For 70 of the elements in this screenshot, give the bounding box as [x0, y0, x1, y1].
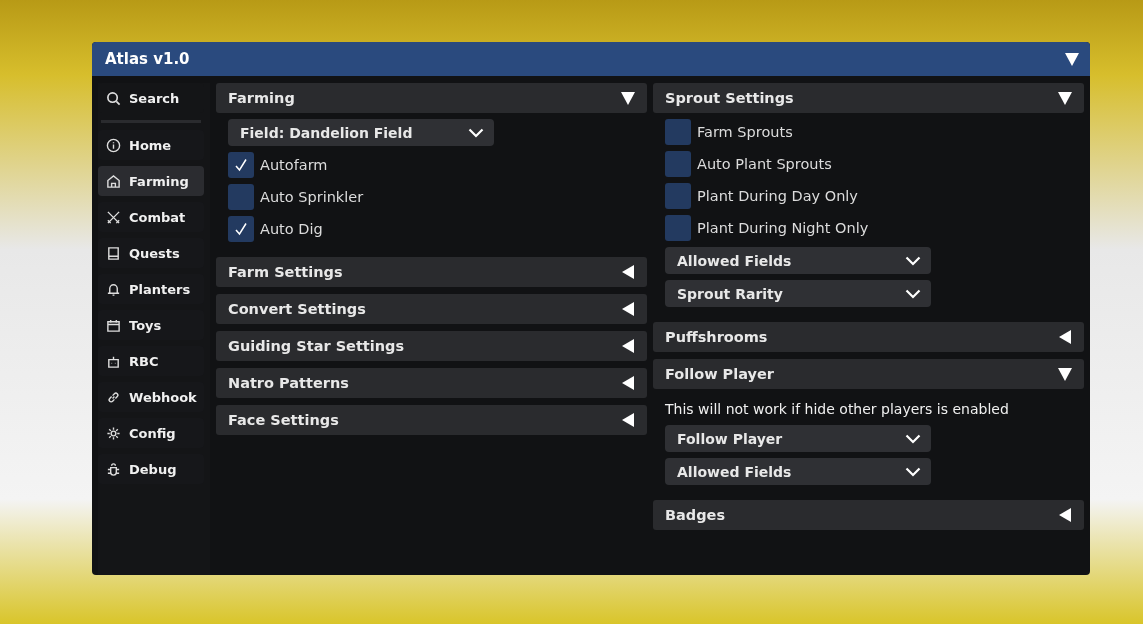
- note-text: This will not work if hide other players is enabled: [665, 400, 1010, 419]
- section-header[interactable]: Farm Settings: [216, 257, 647, 287]
- section-title: Puffshrooms: [665, 329, 768, 345]
- dropdown[interactable]: Sprout Rarity: [665, 280, 931, 307]
- section-title: Farming: [228, 90, 295, 106]
- checkbox-label: Farm Sprouts: [697, 124, 793, 140]
- chevron-down-icon: [905, 466, 921, 477]
- calendar-icon: [106, 317, 121, 333]
- sidebar-item[interactable]: Farming: [98, 166, 204, 196]
- chevron-down-icon: [468, 127, 484, 138]
- section-title: Sprout Settings: [665, 90, 794, 106]
- section-header[interactable]: Follow Player: [653, 359, 1084, 389]
- left-triangle-icon[interactable]: [620, 375, 636, 391]
- checkbox-label: Auto Dig: [260, 221, 323, 237]
- search-icon: [106, 90, 121, 106]
- down-triangle-icon[interactable]: [1057, 90, 1073, 106]
- book-icon: [106, 245, 121, 261]
- section-header[interactable]: Farming: [216, 83, 647, 113]
- checkbox-label: Autofarm: [260, 157, 328, 173]
- checkbox-label: Auto Plant Sprouts: [697, 156, 832, 172]
- checkbox[interactable]: [665, 215, 691, 241]
- left-triangle-icon[interactable]: [1057, 329, 1073, 345]
- checkbox[interactable]: [228, 216, 254, 242]
- section-title: Face Settings: [228, 412, 339, 428]
- chevron-down-icon: [905, 433, 921, 444]
- dropdown[interactable]: Follow Player: [665, 425, 931, 452]
- checkbox[interactable]: [228, 152, 254, 178]
- section-header[interactable]: Sprout Settings: [653, 83, 1084, 113]
- left-triangle-icon[interactable]: [620, 412, 636, 428]
- section-header[interactable]: Natro Patterns: [216, 368, 647, 398]
- house-icon: [106, 173, 121, 189]
- dropdown[interactable]: Allowed Fields: [665, 247, 931, 274]
- section-header[interactable]: Convert Settings: [216, 294, 647, 324]
- chevron-down-icon: [905, 255, 921, 266]
- checkbox[interactable]: [665, 183, 691, 209]
- section-title: Follow Player: [665, 366, 774, 382]
- section-header[interactable]: Badges: [653, 500, 1084, 530]
- checkbox-label: Plant During Day Only: [697, 188, 858, 204]
- checkbox[interactable]: [665, 151, 691, 177]
- section-title: Guiding Star Settings: [228, 338, 405, 354]
- bug-icon: [106, 461, 121, 477]
- info-icon: [106, 137, 121, 153]
- checkbox[interactable]: [665, 119, 691, 145]
- checkmark-icon: [233, 157, 249, 173]
- dropdown[interactable]: Allowed Fields: [665, 458, 931, 485]
- section-title: Farm Settings: [228, 264, 343, 280]
- down-triangle-icon[interactable]: [620, 90, 636, 106]
- section-title: Badges: [665, 507, 726, 523]
- window-title: Atlas v1.0: [105, 50, 190, 68]
- link-icon: [106, 389, 121, 405]
- gear-icon: [106, 425, 121, 441]
- checkmark-icon: [233, 221, 249, 237]
- checkbox-label: Auto Sprinkler: [260, 189, 364, 205]
- section-header[interactable]: Guiding Star Settings: [216, 331, 647, 361]
- dropdown[interactable]: Field: Dandelion Field: [228, 119, 494, 146]
- left-triangle-icon[interactable]: [620, 301, 636, 317]
- down-triangle-icon[interactable]: [1057, 366, 1073, 382]
- left-triangle-icon[interactable]: [1057, 507, 1073, 523]
- section-header[interactable]: Face Settings: [216, 405, 647, 435]
- section-header[interactable]: Puffshrooms: [653, 322, 1084, 352]
- collapse-triangle-icon[interactable]: [1064, 51, 1080, 67]
- chevron-down-icon: [905, 288, 921, 299]
- section-title: Natro Patterns: [228, 375, 349, 391]
- checkbox-label: Plant During Night Only: [697, 220, 869, 236]
- left-triangle-icon[interactable]: [620, 338, 636, 354]
- section-title: Convert Settings: [228, 301, 366, 317]
- checkbox[interactable]: [228, 184, 254, 210]
- bell-icon: [106, 281, 121, 297]
- left-triangle-icon[interactable]: [620, 264, 636, 280]
- crossed-swords-icon: [106, 209, 121, 225]
